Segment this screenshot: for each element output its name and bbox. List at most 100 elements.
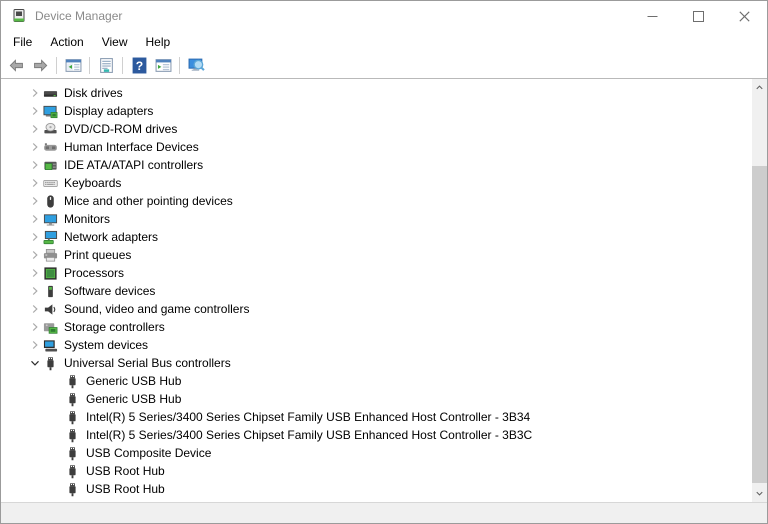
tree-row[interactable]: USB Root Hub (1, 462, 752, 480)
scan-for-hardware-changes-button[interactable] (184, 54, 208, 77)
tree-row[interactable]: Intel(R) 5 Series/3400 Series Chipset Fa… (1, 408, 752, 426)
processor-chip-icon (43, 266, 58, 281)
list-document-icon (98, 57, 115, 74)
close-button[interactable] (721, 1, 767, 31)
chevron-right-icon[interactable] (27, 283, 43, 299)
usb-connector-icon (65, 374, 80, 389)
tree-row[interactable]: USB Composite Device (1, 444, 752, 462)
tree-row[interactable]: Sound, video and game controllers (1, 300, 752, 318)
tree-item-label: Generic USB Hub (86, 374, 182, 388)
window-title: Device Manager (35, 9, 123, 23)
tree-item-label: Display adapters (64, 104, 154, 118)
tree-row[interactable]: Print queues (1, 246, 752, 264)
minimize-button[interactable] (629, 1, 675, 31)
scrollbar-up-button[interactable] (752, 79, 767, 96)
arrow-left-icon (8, 57, 25, 74)
keyboard-icon (43, 176, 58, 191)
help-button[interactable]: ? (127, 54, 151, 77)
tree-row[interactable]: Network adapters (1, 228, 752, 246)
scrollbar-down-button[interactable] (752, 485, 767, 502)
tree-item-label: Print queues (64, 248, 132, 262)
mouse-icon (43, 194, 58, 209)
minimize-icon (647, 11, 658, 22)
toolbar-separator (89, 57, 90, 74)
chevron-right-icon[interactable] (27, 301, 43, 317)
chevron-down-icon[interactable] (27, 355, 43, 371)
toolbar: ? (1, 53, 767, 79)
show-hide-action-pane-button[interactable] (151, 54, 175, 77)
action-pane-window-icon (155, 57, 172, 74)
tree-item-label: Human Interface Devices (64, 140, 199, 154)
tree-item-label: Network adapters (64, 230, 159, 244)
display-adapter-icon (43, 104, 58, 119)
tree-item-label: USB Composite Device (86, 446, 212, 460)
tree-row[interactable]: Universal Serial Bus controllers (1, 354, 752, 372)
arrow-right-icon (32, 57, 49, 74)
toolbar-separator (56, 57, 57, 74)
close-icon (738, 10, 750, 22)
tree-row[interactable]: Processors (1, 264, 752, 282)
tree-row[interactable]: DVD/CD-ROM drives (1, 120, 752, 138)
storage-controller-icon (43, 320, 58, 335)
chevron-right-icon[interactable] (27, 247, 43, 263)
tree-row[interactable]: Monitors (1, 210, 752, 228)
tree-row[interactable]: Display adapters (1, 102, 752, 120)
toolbar-separator (179, 57, 180, 74)
vertical-scrollbar[interactable] (752, 79, 767, 502)
tree-row[interactable]: USB Root Hub (1, 480, 752, 498)
usb-connector-icon (43, 356, 58, 371)
chevron-right-icon[interactable] (27, 229, 43, 245)
tree-item-label: IDE ATA/ATAPI controllers (64, 158, 204, 172)
tree-row[interactable]: Intel(R) 5 Series/3400 Series Chipset Fa… (1, 426, 752, 444)
tree-row[interactable]: Generic USB Hub (1, 372, 752, 390)
menu-view[interactable]: View (93, 32, 137, 52)
chevron-right-icon[interactable] (27, 265, 43, 281)
disk-drive-icon (43, 86, 58, 101)
back-button[interactable] (4, 54, 28, 77)
menu-file[interactable]: File (4, 32, 41, 52)
tree-row[interactable]: Storage controllers (1, 318, 752, 336)
scan-monitor-magnifier-icon (188, 57, 205, 74)
tree-item-label: Intel(R) 5 Series/3400 Series Chipset Fa… (86, 410, 531, 424)
tree-item-label: Disk drives (64, 86, 123, 100)
monitor-icon (43, 212, 58, 227)
usb-connector-icon (65, 428, 80, 443)
tree-row[interactable]: Software devices (1, 282, 752, 300)
tree-row[interactable]: Mice and other pointing devices (1, 192, 752, 210)
tree-row[interactable]: Generic USB Hub (1, 390, 752, 408)
chevron-right-icon[interactable] (27, 139, 43, 155)
menu-action[interactable]: Action (41, 32, 92, 52)
forward-button[interactable] (28, 54, 52, 77)
chevron-right-icon[interactable] (27, 211, 43, 227)
software-device-icon (43, 284, 58, 299)
tree-item-label: Processors (64, 266, 125, 280)
tree-row[interactable]: Human Interface Devices (1, 138, 752, 156)
scrollbar-thumb[interactable] (752, 166, 767, 483)
chevron-right-icon[interactable] (27, 157, 43, 173)
tree-item-label: USB Root Hub (86, 464, 165, 478)
usb-connector-icon (65, 464, 80, 479)
chevron-right-icon[interactable] (27, 85, 43, 101)
chevron-right-icon[interactable] (27, 193, 43, 209)
menu-help[interactable]: Help (137, 32, 180, 52)
maximize-button[interactable] (675, 1, 721, 31)
chevron-right-icon[interactable] (27, 319, 43, 335)
chevron-right-icon[interactable] (27, 175, 43, 191)
status-bar (1, 502, 767, 523)
tree-row[interactable]: Disk drives (1, 84, 752, 102)
svg-text:?: ? (135, 59, 142, 73)
tree-row[interactable]: Keyboards (1, 174, 752, 192)
tree-item-label: Software devices (64, 284, 156, 298)
device-manager-window: Device Manager File Action View Help ? Disk… (0, 0, 768, 524)
chevron-right-icon[interactable] (27, 121, 43, 137)
usb-connector-icon (65, 392, 80, 407)
tree-row[interactable]: IDE ATA/ATAPI controllers (1, 156, 752, 174)
tree-item-label: Mice and other pointing devices (64, 194, 233, 208)
chevron-right-icon[interactable] (27, 337, 43, 353)
tree-item-label: DVD/CD-ROM drives (64, 122, 178, 136)
tree-row[interactable]: System devices (1, 336, 752, 354)
chevron-right-icon[interactable] (27, 103, 43, 119)
tree-item-label: Universal Serial Bus controllers (64, 356, 231, 370)
show-hide-console-tree-button[interactable] (61, 54, 85, 77)
properties-button[interactable] (94, 54, 118, 77)
